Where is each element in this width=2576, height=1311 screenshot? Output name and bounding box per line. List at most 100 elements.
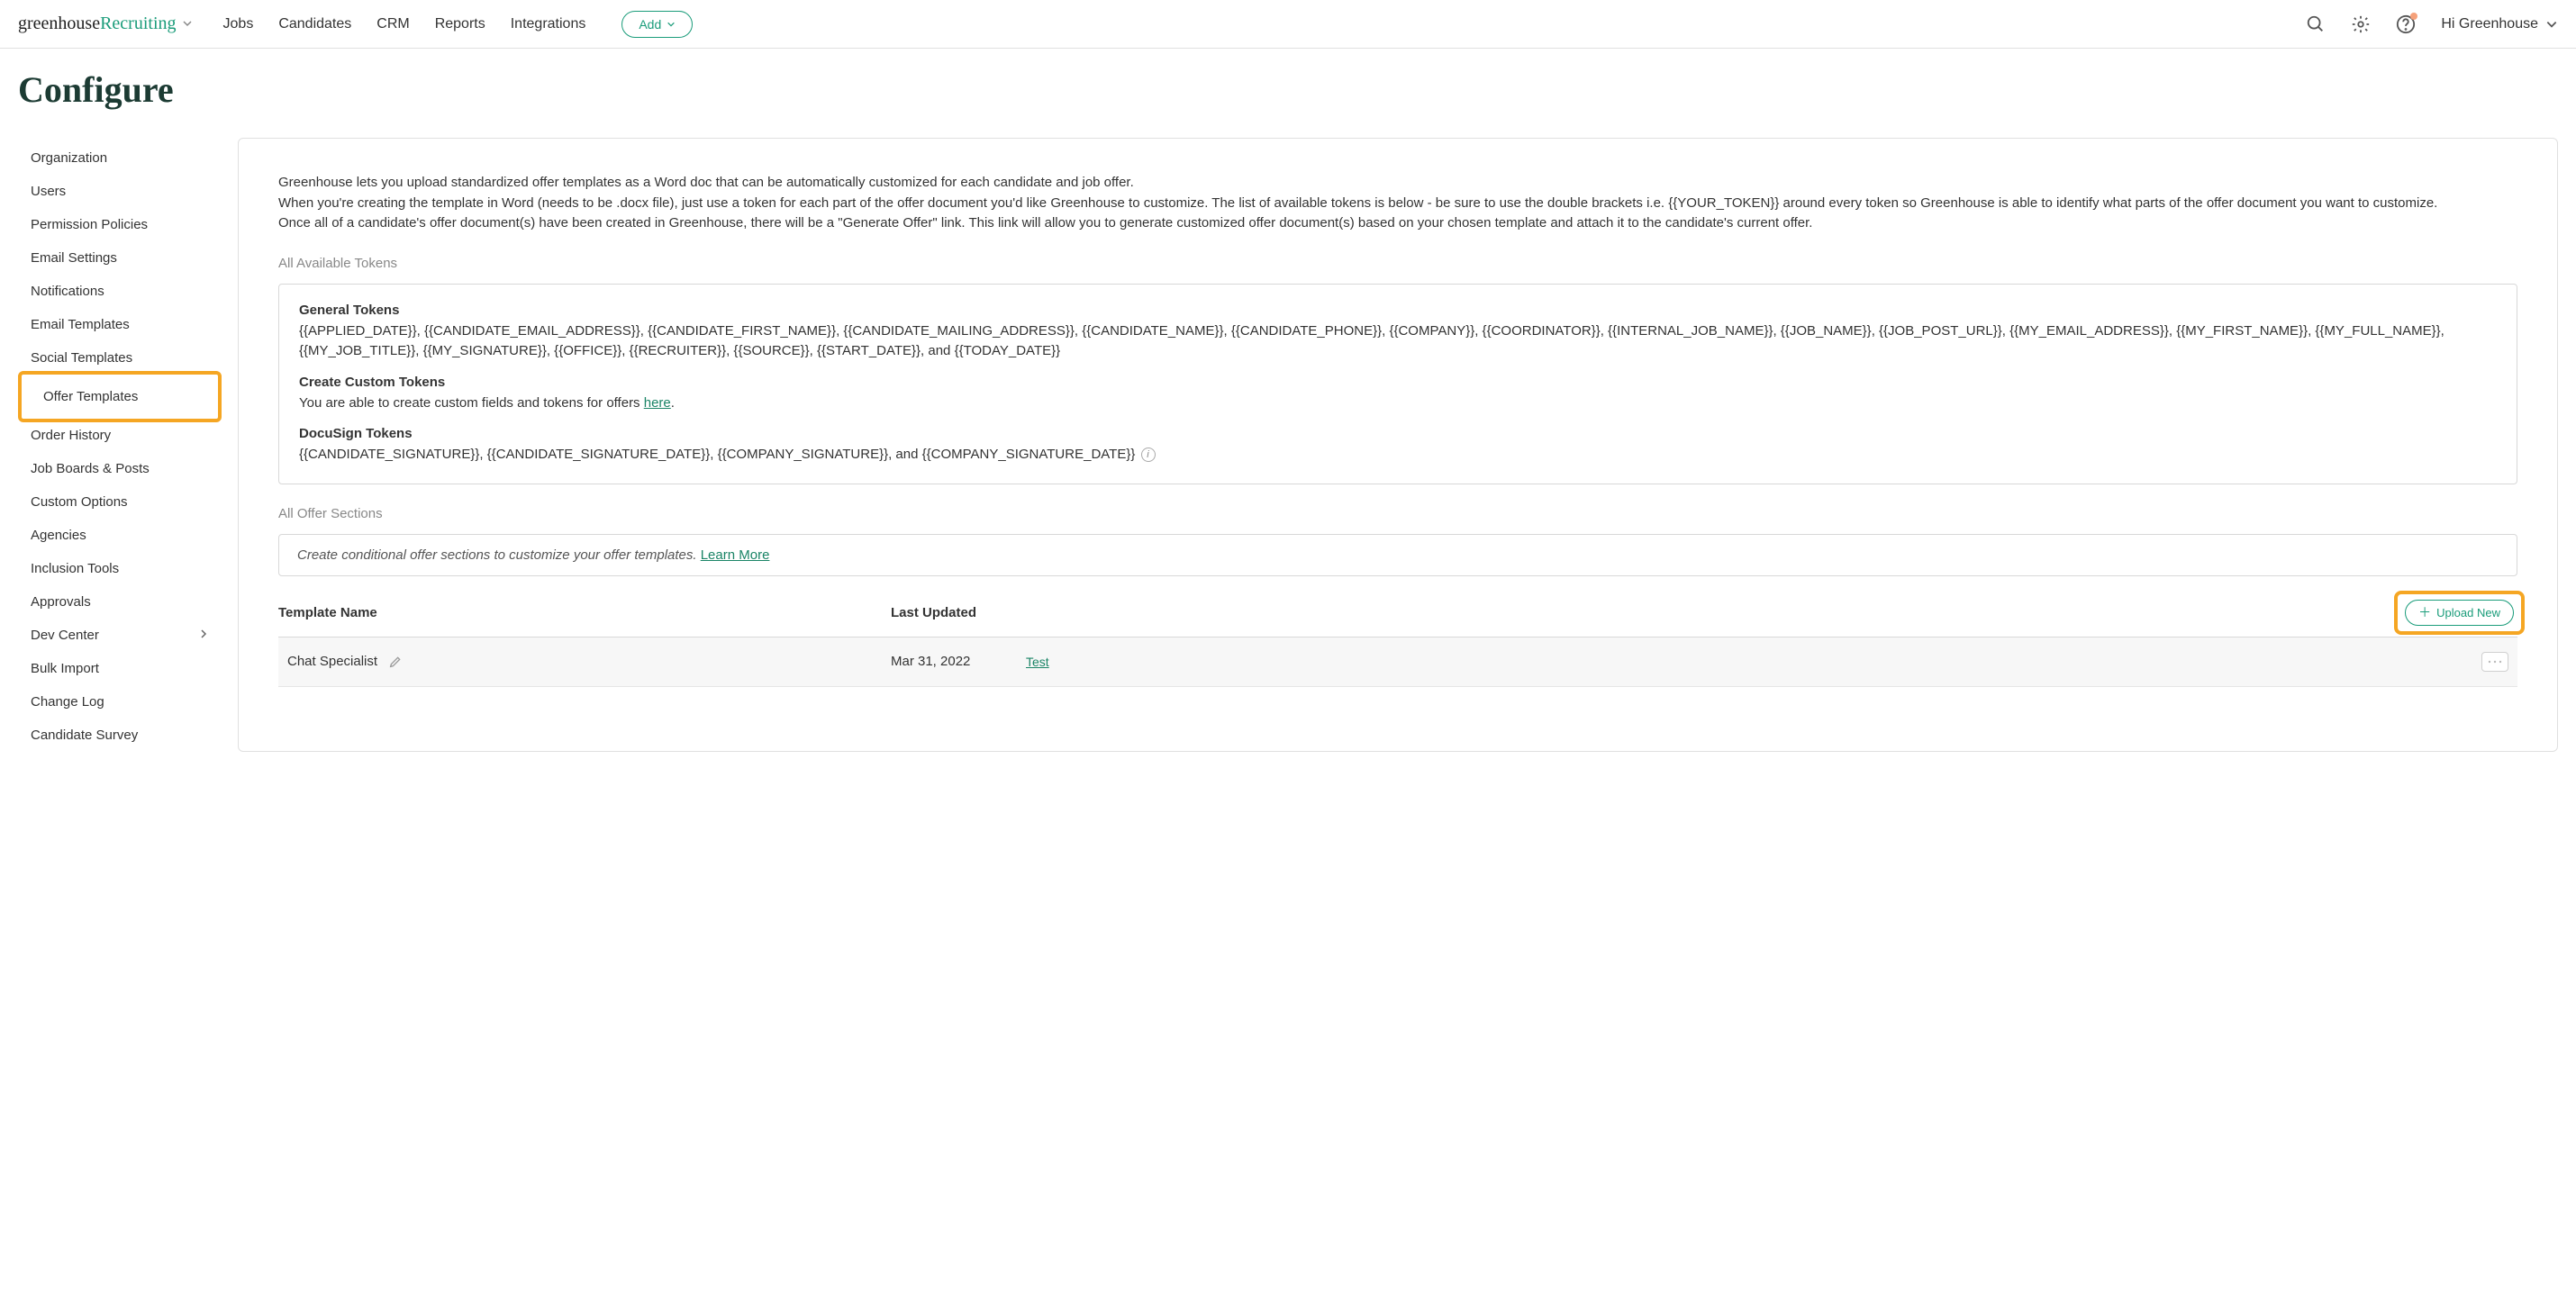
custom-tokens-heading: Create Custom Tokens (299, 375, 2497, 390)
offer-sections-label: All Offer Sections (278, 506, 2517, 521)
nav-integrations[interactable]: Integrations (511, 16, 586, 32)
sidebar-item-organization[interactable]: Organization (18, 141, 222, 175)
search-icon[interactable] (2306, 14, 2326, 34)
conditional-sections-box: Create conditional offer sections to cus… (278, 534, 2517, 576)
page-title: Configure (0, 49, 2576, 138)
sidebar-item-label: Offer Templates (43, 389, 138, 404)
updated-by-link[interactable]: Test (1026, 655, 1049, 669)
sidebar-active-highlight: Offer Templates (18, 371, 222, 422)
sidebar-item-approvals[interactable]: Approvals (18, 585, 222, 619)
main-panel: Greenhouse lets you upload standardized … (238, 138, 2558, 752)
cell-actions (2481, 652, 2508, 672)
intro-p1: Greenhouse lets you upload standardized … (278, 173, 2517, 194)
custom-tokens-suffix: . (671, 395, 675, 411)
sidebar-item-label: Social Templates (31, 350, 132, 366)
sidebar-item-label: Order History (31, 428, 111, 443)
sidebar-item-social-templates[interactable]: Social Templates (18, 341, 222, 375)
row-actions-button[interactable] (2481, 652, 2508, 672)
custom-tokens-prefix: You are able to create custom fields and… (299, 395, 644, 411)
intro-p2: When you're creating the template in Wor… (278, 194, 2517, 214)
sidebar-item-label: Approvals (31, 594, 91, 610)
add-button[interactable]: Add (621, 11, 693, 38)
sidebar-item-candidate-survey[interactable]: Candidate Survey (18, 719, 222, 752)
sidebar-item-job-boards-posts[interactable]: Job Boards & Posts (18, 452, 222, 485)
user-menu[interactable]: Hi Greenhouse (2441, 16, 2558, 32)
sidebar-item-label: Organization (31, 150, 107, 166)
sidebar-item-bulk-import[interactable]: Bulk Import (18, 652, 222, 685)
sidebar-item-dev-center[interactable]: Dev Center (18, 619, 222, 652)
sidebar-item-label: Email Settings (31, 250, 117, 266)
general-tokens-list: {{APPLIED_DATE}}, {{CANDIDATE_EMAIL_ADDR… (299, 321, 2497, 362)
sidebar-item-label: Users (31, 184, 66, 199)
sidebar-item-inclusion-tools[interactable]: Inclusion Tools (18, 552, 222, 585)
docusign-tokens-list: {{CANDIDATE_SIGNATURE}}, {{CANDIDATE_SIG… (299, 445, 2497, 466)
nav-crm[interactable]: CRM (376, 16, 409, 32)
chevron-down-icon (2545, 18, 2558, 31)
custom-tokens-link[interactable]: here (644, 395, 671, 411)
logo-text-left: greenhouse (18, 14, 100, 34)
sidebar-item-label: Permission Policies (31, 217, 148, 232)
sidebar-item-label: Bulk Import (31, 661, 99, 676)
learn-more-link[interactable]: Learn More (701, 547, 770, 563)
tokens-section-label: All Available Tokens (278, 256, 2517, 271)
tokens-box: General Tokens {{APPLIED_DATE}}, {{CANDI… (278, 284, 2517, 484)
nav-candidates[interactable]: Candidates (278, 16, 351, 32)
general-tokens-heading: General Tokens (299, 303, 2497, 318)
upload-new-label: Upload New (2436, 606, 2500, 619)
notification-dot (2410, 13, 2417, 20)
ellipsis-icon (2487, 659, 2503, 665)
templates-table-header: Template Name Last Updated ＋ Upload New (278, 600, 2517, 637)
sidebar-item-permission-policies[interactable]: Permission Policies (18, 208, 222, 241)
cell-updated-by: Test (1026, 655, 2481, 669)
sidebar-item-change-log[interactable]: Change Log (18, 685, 222, 719)
sidebar-item-label: Email Templates (31, 317, 130, 332)
primary-nav: Jobs Candidates CRM Reports Integrations (223, 16, 586, 32)
sidebar-item-email-settings[interactable]: Email Settings (18, 241, 222, 275)
chevron-right-icon (198, 628, 209, 643)
cell-template-name: Chat Specialist (287, 654, 891, 669)
docusign-tokens-heading: DocuSign Tokens (299, 426, 2497, 441)
chevron-down-icon[interactable] (182, 14, 193, 34)
logo-text-right: Recruiting (100, 14, 176, 34)
sidebar-item-label: Dev Center (31, 628, 99, 643)
sidebar-item-label: Notifications (31, 284, 104, 299)
greeting-text: Hi Greenhouse (2441, 16, 2538, 32)
gear-icon[interactable] (2351, 14, 2371, 34)
cell-last-updated: Mar 31, 2022 (891, 654, 1026, 669)
add-button-label: Add (639, 17, 661, 32)
custom-tokens-text: You are able to create custom fields and… (299, 393, 2497, 414)
sidebar-item-offer-templates[interactable]: Offer Templates (31, 380, 209, 413)
sidebar-item-label: Job Boards & Posts (31, 461, 150, 476)
help-icon[interactable] (2396, 14, 2416, 34)
sidebar-item-label: Change Log (31, 694, 104, 710)
col-last-updated: Last Updated (891, 605, 1026, 620)
nav-jobs[interactable]: Jobs (223, 16, 254, 32)
sidebar-item-notifications[interactable]: Notifications (18, 275, 222, 308)
col-template-name: Template Name (278, 605, 891, 620)
intro-p3: Once all of a candidate's offer document… (278, 213, 2517, 234)
sidebar-item-order-history[interactable]: Order History (18, 419, 222, 452)
upload-new-button[interactable]: ＋ Upload New (2405, 600, 2514, 626)
sidebar: Organization Users Permission Policies Emai… (18, 138, 222, 752)
template-name-text: Chat Specialist (287, 654, 377, 669)
docusign-tokens-text: {{CANDIDATE_SIGNATURE}}, {{CANDIDATE_SIG… (299, 447, 1139, 462)
conditional-text: Create conditional offer sections to cus… (297, 547, 701, 563)
sidebar-item-label: Agencies (31, 528, 86, 543)
nav-reports[interactable]: Reports (435, 16, 485, 32)
table-row: Chat Specialist Mar 31, 2022Test (278, 637, 2517, 687)
sidebar-item-custom-options[interactable]: Custom Options (18, 485, 222, 519)
sidebar-item-label: Custom Options (31, 494, 128, 510)
plus-icon: ＋ (2418, 606, 2431, 619)
sidebar-item-users[interactable]: Users (18, 175, 222, 208)
sidebar-item-label: Inclusion Tools (31, 561, 119, 576)
logo[interactable]: greenhouse Recruiting (18, 14, 193, 34)
info-icon[interactable]: i (1141, 448, 1156, 462)
pencil-icon[interactable] (388, 655, 403, 669)
sidebar-item-agencies[interactable]: Agencies (18, 519, 222, 552)
upload-highlight: ＋ Upload New (2394, 591, 2525, 635)
chevron-down-icon (667, 20, 676, 29)
intro-text: Greenhouse lets you upload standardized … (278, 173, 2517, 234)
top-navigation: greenhouse Recruiting Jobs Candidates CR… (0, 0, 2576, 49)
sidebar-item-label: Candidate Survey (31, 728, 138, 743)
sidebar-item-email-templates[interactable]: Email Templates (18, 308, 222, 341)
